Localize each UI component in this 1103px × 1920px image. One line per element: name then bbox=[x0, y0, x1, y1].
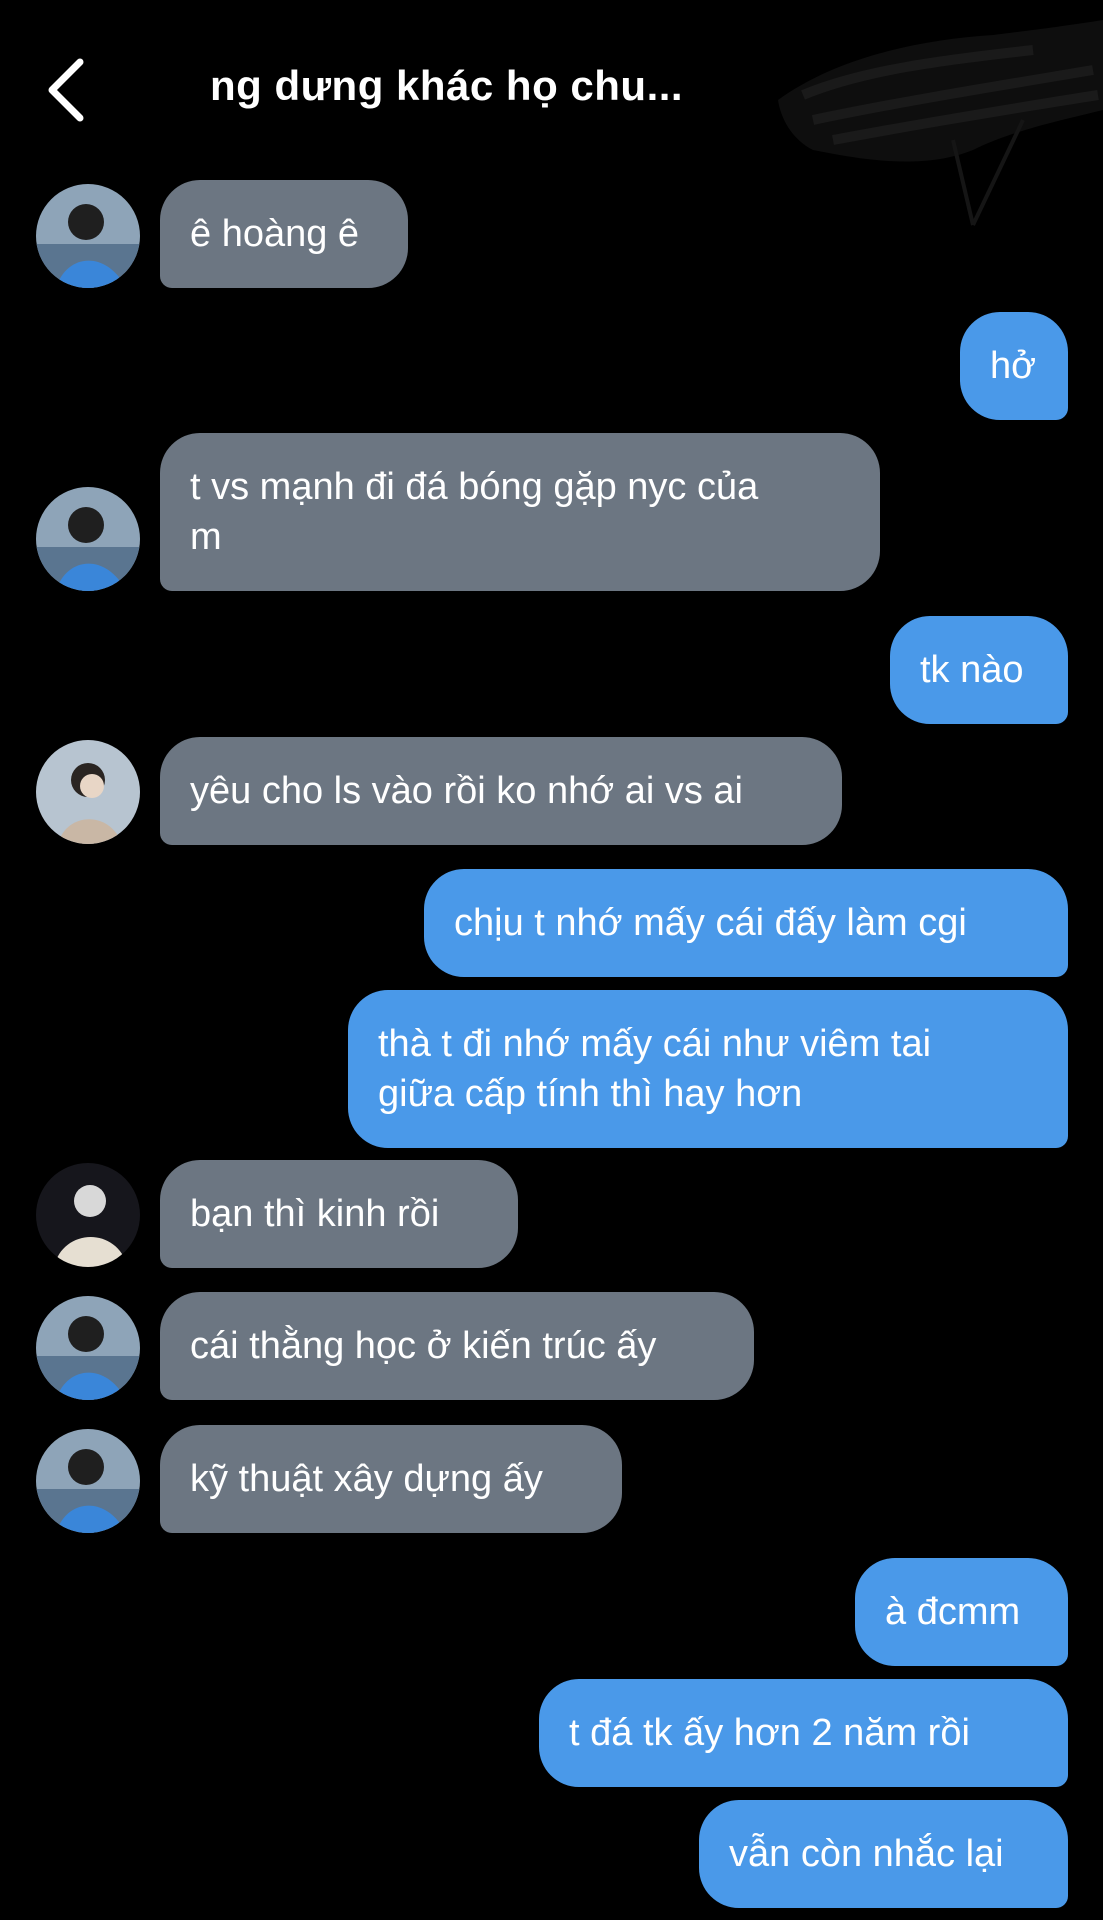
avatar[interactable] bbox=[36, 740, 140, 844]
chat-header: ng dưng khác họ chu... bbox=[0, 0, 1103, 226]
message-bubble-incoming[interactable]: bạn thì kinh rồi bbox=[160, 1160, 518, 1268]
chat-title[interactable]: ng dưng khác họ chu... bbox=[210, 62, 683, 110]
avatar[interactable] bbox=[36, 487, 140, 591]
message-bubble-outgoing[interactable]: à đcmm bbox=[855, 1558, 1068, 1666]
message-bubble-outgoing[interactable]: thà t đi nhớ mấy cái như viêm tai giữa c… bbox=[348, 990, 1068, 1148]
avatar-photo bbox=[36, 487, 140, 591]
back-button[interactable] bbox=[34, 50, 104, 130]
message-bubble-outgoing[interactable]: t đá tk ấy hơn 2 năm rồi bbox=[539, 1679, 1068, 1787]
avatar-photo bbox=[36, 1296, 140, 1400]
chevron-left-icon bbox=[48, 58, 84, 122]
avatar-photo bbox=[36, 1429, 140, 1533]
message-bubble-outgoing[interactable]: chịu t nhớ mấy cái đấy làm cgi bbox=[424, 869, 1068, 977]
avatar-photo bbox=[36, 740, 140, 844]
redaction-scribble bbox=[778, 20, 1103, 226]
avatar-photo bbox=[36, 1163, 140, 1267]
avatar[interactable] bbox=[36, 1163, 140, 1267]
avatar-photo bbox=[36, 184, 140, 288]
message-bubble-incoming[interactable]: yêu cho ls vào rồi ko nhớ ai vs ai bbox=[160, 737, 842, 845]
avatar[interactable] bbox=[36, 1429, 140, 1533]
avatar[interactable] bbox=[36, 184, 140, 288]
message-bubble-outgoing[interactable]: vẫn còn nhắc lại bbox=[699, 1800, 1068, 1908]
avatar[interactable] bbox=[36, 1296, 140, 1400]
message-bubble-incoming[interactable]: kỹ thuật xây dựng ấy bbox=[160, 1425, 622, 1533]
message-bubble-incoming[interactable]: t vs mạnh đi đá bóng gặp nyc của m bbox=[160, 433, 880, 591]
message-bubble-incoming[interactable]: cái thằng học ở kiến trúc ấy bbox=[160, 1292, 754, 1400]
message-bubble-incoming[interactable]: ê hoàng ê bbox=[160, 180, 408, 288]
message-bubble-outgoing[interactable]: hở bbox=[960, 312, 1068, 420]
message-bubble-outgoing[interactable]: tk nào bbox=[890, 616, 1068, 724]
